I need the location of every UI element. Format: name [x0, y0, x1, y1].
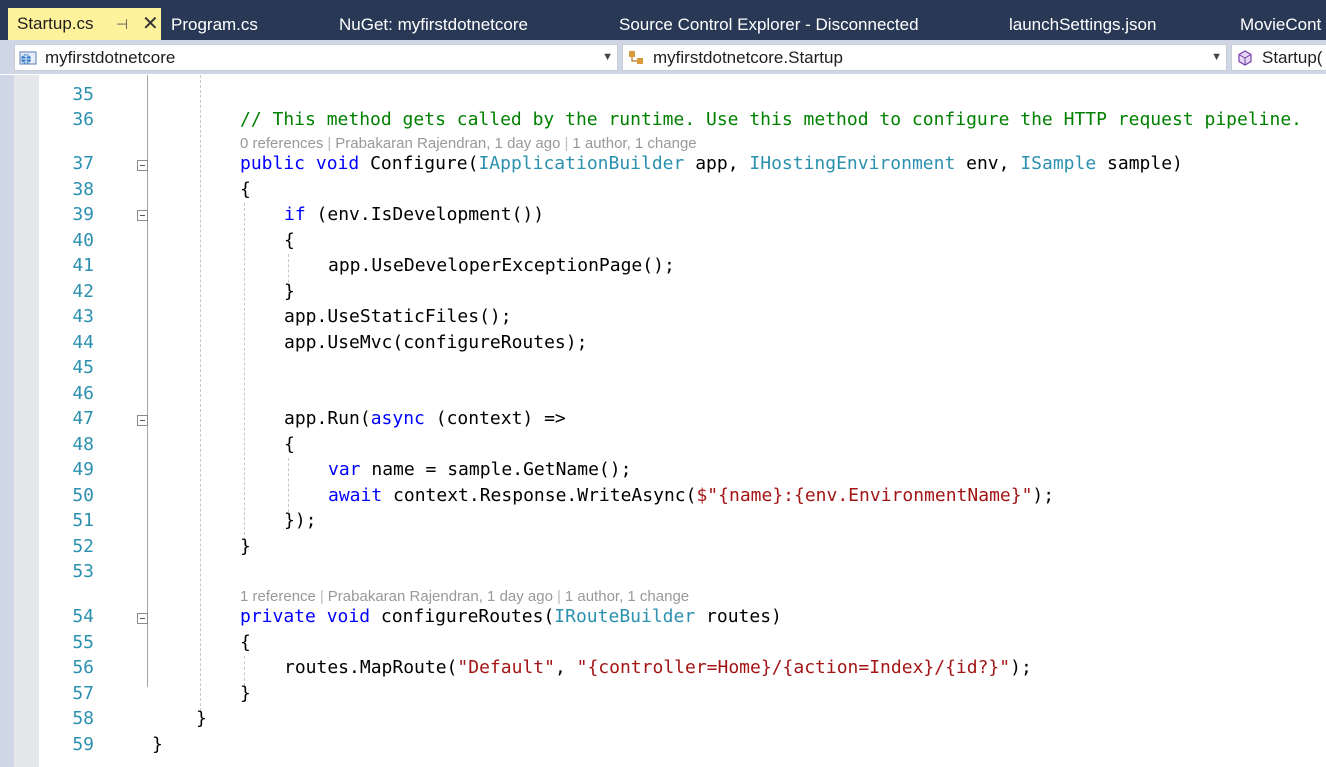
tab-program-cs[interactable]: Program.cs [171, 9, 258, 40]
navigation-bar: myfirstdotnetcore ▼ myfirstdotnetcore.St… [0, 40, 1326, 74]
tab-launch-settings[interactable]: launchSettings.json [1009, 9, 1156, 40]
code-line[interactable]: await context.Response.WriteAsync($"{nam… [328, 484, 1054, 508]
indent-guide [200, 75, 201, 711]
line-number: 43 [72, 306, 94, 327]
codelens-author[interactable]: Prabakaran Rajendran, 1 day ago [335, 135, 560, 152]
pin-icon[interactable]: ⊣ [116, 8, 128, 40]
code-line[interactable]: // This method gets called by the runtim… [240, 108, 1302, 132]
line-number: 52 [72, 536, 94, 557]
codelens-configure-routes: 1 reference | Prabakaran Rajendran, 1 day … [240, 588, 690, 605]
line-number: 51 [72, 510, 94, 531]
tab-label: launchSettings.json [1009, 15, 1157, 34]
code-line[interactable]: app.Run(async (context) => [284, 407, 566, 431]
codelens-references[interactable]: 0 references [240, 135, 323, 152]
collapse-icon[interactable] [137, 613, 148, 624]
code-line[interactable]: } [196, 707, 207, 731]
chevron-down-icon[interactable]: ▼ [1211, 45, 1222, 70]
line-number: 36 [72, 109, 94, 130]
code-line[interactable]: { [240, 631, 251, 655]
line-number: 42 [72, 281, 94, 302]
codelens-changes[interactable]: 1 author, 1 change [572, 135, 696, 152]
codelens-references[interactable]: 1 reference [240, 588, 316, 605]
line-number: 55 [72, 632, 94, 653]
tab-label: MovieCont [1240, 15, 1322, 34]
indent-guide [288, 458, 289, 512]
line-number: 46 [72, 383, 94, 404]
code-line[interactable]: app.UseMvc(configureRoutes); [284, 331, 587, 355]
class-icon [629, 51, 643, 64]
codelens-configure: 0 references | Prabakaran Rajendran, 1 day… [240, 135, 697, 152]
line-number: 53 [72, 561, 94, 582]
code-line[interactable]: private void configureRoutes(IRouteBuild… [240, 605, 782, 629]
code-line[interactable]: }); [284, 509, 317, 533]
document-tab-bar: Startup.cs ⊣ ✕ Program.cs NuGet: myfirst… [0, 0, 1326, 40]
line-number: 48 [72, 434, 94, 455]
project-name: myfirstdotnetcore [45, 48, 176, 67]
project-icon [19, 51, 37, 65]
collapse-icon[interactable] [137, 160, 148, 171]
line-number: 57 [72, 683, 94, 704]
code-line[interactable]: { [284, 229, 295, 253]
tab-label: Source Control Explorer - Disconnected [619, 15, 919, 34]
tab-source-control-explorer[interactable]: Source Control Explorer - Disconnected [619, 9, 919, 40]
line-number: 54 [72, 606, 94, 627]
line-number: 59 [72, 734, 94, 755]
line-number: 45 [72, 357, 94, 378]
tab-label: Program.cs [171, 15, 258, 34]
code-editor[interactable]: 35 36 37 38 39 40 41 42 43 44 45 46 47 48 49 50 51 52 53 54… [0, 75, 1326, 767]
member-name: Startup( [1262, 48, 1323, 67]
codelens-changes[interactable]: 1 author, 1 change [565, 588, 689, 605]
chevron-down-icon[interactable]: ▼ [602, 45, 613, 70]
line-number: 44 [72, 332, 94, 353]
code-line[interactable]: routes.MapRoute("Default", "{controller=… [284, 656, 1032, 680]
type-name: myfirstdotnetcore.Startup [653, 48, 843, 67]
code-line[interactable]: var name = sample.GetName(); [328, 458, 631, 482]
code-line[interactable]: } [240, 535, 251, 559]
collapse-icon[interactable] [137, 415, 148, 426]
tab-nuget[interactable]: NuGet: myfirstdotnetcore [339, 9, 528, 40]
line-number: 37 [72, 153, 94, 174]
indent-guide [244, 203, 245, 555]
code-line[interactable]: } [240, 682, 251, 706]
code-line[interactable]: } [284, 280, 295, 304]
indicator-margin [14, 75, 39, 767]
line-number: 56 [72, 657, 94, 678]
project-dropdown[interactable]: myfirstdotnetcore ▼ [14, 44, 618, 71]
code-line[interactable]: { [284, 433, 295, 457]
code-line[interactable]: app.UseStaticFiles(); [284, 305, 512, 329]
codelens-author[interactable]: Prabakaran Rajendran, 1 day ago [328, 588, 553, 605]
collapse-icon[interactable] [137, 210, 148, 221]
line-number: 40 [72, 230, 94, 251]
tab-movie-controller[interactable]: MovieCont [1240, 9, 1321, 40]
code-line[interactable]: } [152, 733, 163, 757]
method-icon [1238, 50, 1252, 66]
tab-label: NuGet: myfirstdotnetcore [339, 15, 528, 34]
tab-label: Startup.cs [17, 14, 94, 33]
line-number: 39 [72, 204, 94, 225]
editor-left-border [0, 75, 14, 767]
type-dropdown[interactable]: myfirstdotnetcore.Startup ▼ [622, 44, 1227, 71]
code-line[interactable]: if (env.IsDevelopment()) [284, 203, 544, 227]
code-line[interactable]: app.UseDeveloperExceptionPage(); [328, 254, 675, 278]
line-number: 58 [72, 708, 94, 729]
line-number: 49 [72, 459, 94, 480]
line-number: 38 [72, 179, 94, 200]
line-number: 41 [72, 255, 94, 276]
line-number: 50 [72, 485, 94, 506]
code-line[interactable]: public void Configure(IApplicationBuilde… [240, 152, 1183, 176]
member-dropdown[interactable]: Startup( [1231, 44, 1326, 71]
close-icon[interactable]: ✕ [142, 8, 159, 40]
line-number: 47 [72, 408, 94, 429]
tab-startup-cs[interactable]: Startup.cs ⊣ ✕ [8, 8, 161, 40]
line-number: 35 [72, 84, 94, 105]
code-line[interactable]: { [240, 178, 251, 202]
